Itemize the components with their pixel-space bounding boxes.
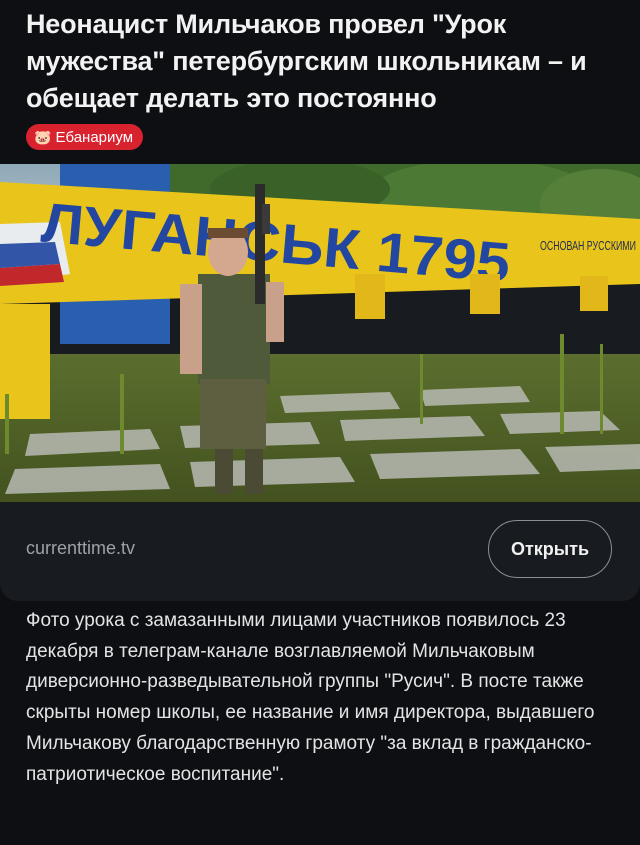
tag-label: Ебанариум xyxy=(55,128,134,146)
photo-sign-caption: ОСНОВАН РУССКИМИ xyxy=(540,238,636,253)
sign-pillar xyxy=(580,276,608,311)
article-photo[interactable]: ЛУГАНСЬК 1795 ОСНОВАН РУССКИМИ xyxy=(0,164,640,502)
post-title: Неонацист Мильчаков провел "Урок мужеств… xyxy=(26,9,587,113)
link-domain: currenttime.tv xyxy=(26,538,136,558)
pig-face-icon: 🐷 xyxy=(34,129,52,145)
tag-badge[interactable]: 🐷 Ебанариум xyxy=(26,124,144,150)
sign-pillar xyxy=(355,274,385,319)
post-body-text: Фото урока с замазанными лицами участник… xyxy=(26,610,595,785)
sign-pillar xyxy=(470,274,500,314)
link-preview-card[interactable]: ЛУГАНСЬК 1795 ОСНОВАН РУССКИМИ currentti xyxy=(0,164,640,601)
open-button[interactable]: Открыть xyxy=(488,520,612,578)
